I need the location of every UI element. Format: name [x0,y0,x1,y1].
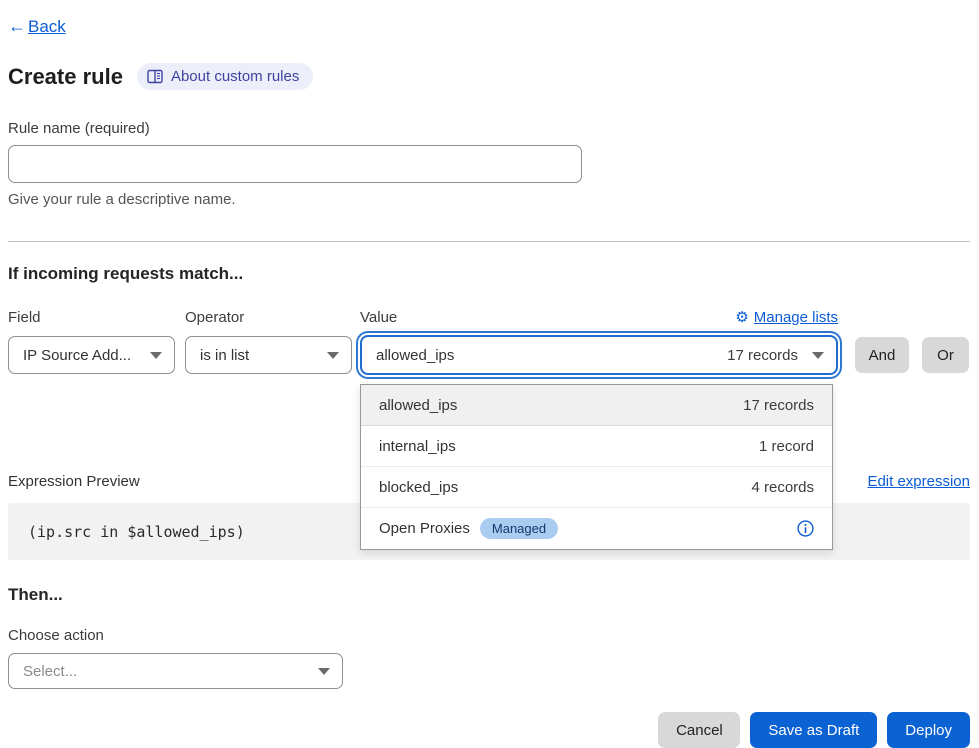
rule-name-help: Give your rule a descriptive name. [8,191,970,208]
info-icon[interactable] [797,520,814,537]
dropdown-option-open-proxies[interactable]: Open Proxies Managed [361,508,832,549]
operator-select-value: is in list [200,347,249,364]
cancel-button[interactable]: Cancel [658,712,740,748]
deploy-button[interactable]: Deploy [887,712,970,748]
dropdown-option-blocked-ips[interactable]: blocked_ips 4 records [361,467,832,508]
action-select[interactable]: Select... [8,653,343,689]
value-select-meta: 17 records [727,347,798,364]
expression-code: (ip.src in $allowed_ips) [28,523,245,541]
about-badge-label: About custom rules [171,68,299,85]
value-select[interactable]: allowed_ips 17 records [360,335,838,375]
dropdown-option-allowed-ips[interactable]: allowed_ips 17 records [361,385,832,426]
back-label: Back [28,17,66,37]
gear-icon: ⚙ [735,308,748,326]
managed-badge: Managed [480,518,558,539]
create-rule-page: ←Back Create rule About custom rules Rul… [0,0,979,748]
section-divider [8,241,970,242]
page-title: Create rule [8,64,123,90]
and-button[interactable]: And [855,337,909,373]
title-row: Create rule About custom rules [8,63,970,90]
chevron-down-icon [327,352,339,359]
option-name: Open Proxies [379,520,470,537]
edit-expression-link[interactable]: Edit expression [867,473,970,490]
option-meta: 4 records [751,479,814,496]
choose-action-label: Choose action [8,627,970,644]
expression-preview-label: Expression Preview [8,473,140,490]
footer-actions: Cancel Save as Draft Deploy [8,712,970,748]
about-custom-rules-link[interactable]: About custom rules [137,63,313,90]
value-select-value: allowed_ips [376,347,727,364]
action-select-placeholder: Select... [23,663,77,680]
chevron-down-icon [318,668,330,675]
option-name: blocked_ips [379,479,458,496]
chevron-down-icon [150,352,162,359]
field-select[interactable]: IP Source Add... [8,336,175,374]
chevron-down-icon [812,352,824,359]
save-as-draft-button[interactable]: Save as Draft [750,712,877,748]
back-arrow-icon: ← [8,16,26,37]
option-meta: 1 record [759,438,814,455]
operator-select[interactable]: is in list [185,336,352,374]
back-link[interactable]: ←Back [8,16,66,37]
rule-name-label: Rule name (required) [8,120,970,137]
manage-lists-label: Manage lists [754,309,838,326]
match-heading: If incoming requests match... [8,264,970,284]
then-heading: Then... [8,585,970,605]
field-select-value: IP Source Add... [23,347,131,364]
back-row: ←Back [8,16,970,37]
value-label: Value [360,309,397,326]
match-controls-row: IP Source Add... is in list allowed_ips … [8,335,970,375]
dropdown-option-internal-ips[interactable]: internal_ips 1 record [361,426,832,467]
book-icon [147,69,163,84]
operator-label: Operator [185,309,360,326]
rule-name-group: Rule name (required) Give your rule a de… [8,120,970,208]
option-name: allowed_ips [379,397,457,414]
match-labels-row: Field Operator Value ⚙ Manage lists [8,308,970,326]
rule-name-input[interactable] [8,145,582,183]
option-name: internal_ips [379,438,456,455]
manage-lists-link[interactable]: ⚙ Manage lists [735,308,838,326]
option-meta: 17 records [743,397,814,414]
value-dropdown-panel: allowed_ips 17 records internal_ips 1 re… [360,384,833,550]
or-button[interactable]: Or [922,337,969,373]
field-label: Field [8,309,185,326]
